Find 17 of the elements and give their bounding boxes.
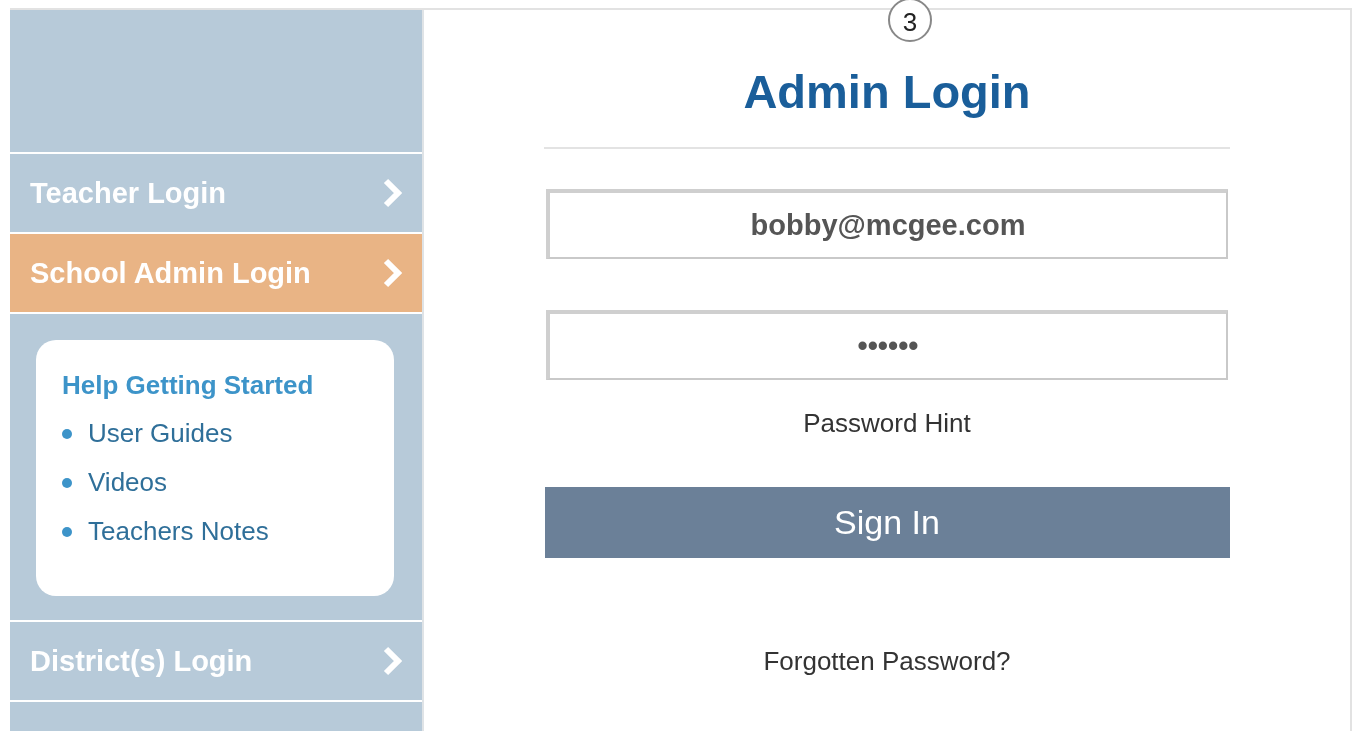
password-field[interactable]: •••••• [546,310,1228,380]
page-title: Admin Login [743,64,1031,119]
chevron-icon [382,645,402,677]
email-field[interactable]: bobby@mcgee.com [546,189,1228,259]
bullet-icon [62,477,72,488]
password-hint-link[interactable]: Password Hint [803,408,971,439]
help-link[interactable]: Teachers Notes [88,516,269,547]
step-badge: 3 [888,0,932,42]
sign-in-button[interactable]: Sign In [544,487,1230,558]
help-title: Help Getting Started [62,370,315,401]
forgot-password-link[interactable]: Forgotten Password? [763,646,1011,677]
bullet-icon [62,526,72,537]
chevron-icon [382,177,402,209]
chevron-icon [382,257,402,289]
help-link[interactable]: User Guides [88,418,233,449]
help-link[interactable]: Videos [88,467,168,498]
bullet-icon [62,428,72,439]
